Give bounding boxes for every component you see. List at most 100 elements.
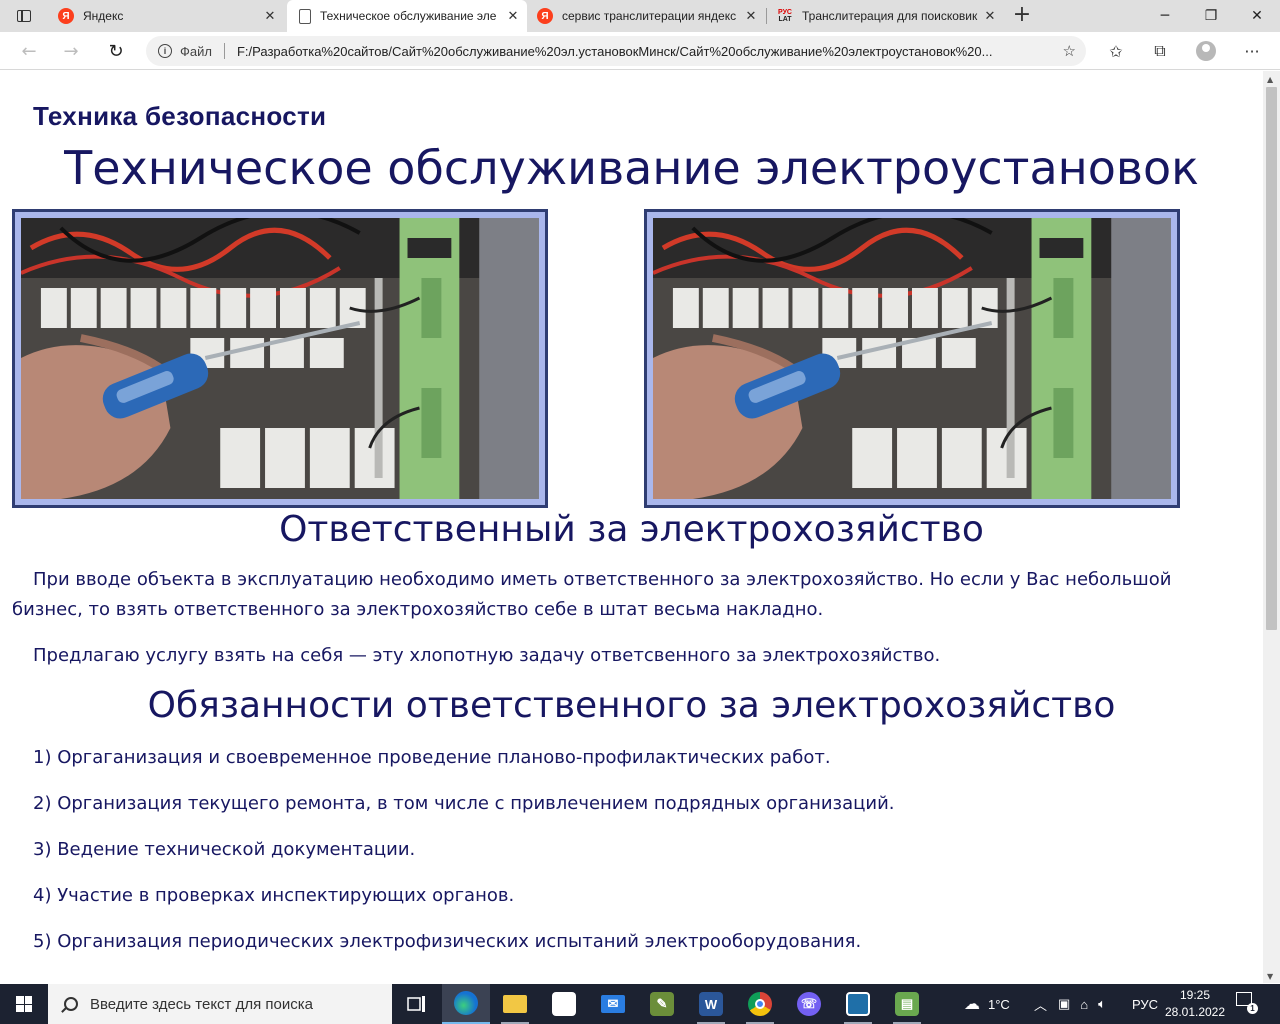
list-item: 2) Организация текущего ремонта, в том ч… bbox=[33, 793, 895, 814]
scroll-up-icon[interactable]: ▲ bbox=[1267, 75, 1273, 84]
url-text[interactable]: F:/Разработка%20сайтов/Сайт%20обслуживан… bbox=[237, 44, 1037, 59]
spreadsheet-icon: ▤ bbox=[895, 992, 919, 1016]
edge-icon bbox=[454, 991, 478, 1015]
taskbar-app[interactable] bbox=[834, 984, 882, 1024]
notification-badge: 1 bbox=[1247, 1003, 1258, 1014]
tab-title: Техническое обслуживание эле bbox=[320, 9, 497, 23]
clock-time: 19:25 bbox=[1179, 988, 1211, 1002]
back-button[interactable]: ← bbox=[14, 36, 44, 66]
electrical-panel-image bbox=[21, 218, 539, 499]
tab-title: сервис транслитерации яндекс bbox=[562, 9, 737, 23]
language-label: РУС bbox=[1132, 996, 1159, 1012]
weather-temp: 1°C bbox=[988, 996, 1010, 1012]
tab-active-maintenance[interactable]: Техническое обслуживание эле ✕ bbox=[287, 0, 527, 32]
address-separator bbox=[223, 43, 225, 59]
taskbar-spreadsheet[interactable]: ▤ bbox=[883, 984, 931, 1024]
scheme-label: Файл bbox=[180, 43, 212, 59]
taskbar: Введите здесь текст для поиска ✉ ✎ W ☏ ▤… bbox=[0, 984, 1280, 1024]
yandex-icon: Я bbox=[537, 8, 553, 24]
tab-translit[interactable]: РУС LAT Транслитерация для поисковик ✕ bbox=[767, 0, 1004, 32]
photo-electrical-panel bbox=[12, 209, 548, 508]
viber-icon: ☏ bbox=[797, 992, 821, 1016]
chevron-up-icon: ︿ bbox=[1034, 997, 1048, 1013]
browser-toolbar: ← → ↻ i Файл F:/Разработка%20сайтов/Сайт… bbox=[0, 32, 1280, 70]
taskbar-mail[interactable]: ✉ bbox=[589, 984, 637, 1024]
add-favorite-icon[interactable]: ☆ bbox=[1063, 42, 1076, 60]
start-button[interactable] bbox=[0, 984, 48, 1024]
paragraph: При вводе объекта в эксплуатацию необход… bbox=[12, 569, 1172, 620]
tab-title: Транслитерация для поисковик bbox=[802, 9, 978, 23]
page-scrollbar[interactable]: ▲ ▼ bbox=[1263, 71, 1280, 983]
taskbar-viber[interactable]: ☏ bbox=[785, 984, 833, 1024]
new-tab-button[interactable]: + bbox=[1010, 0, 1034, 32]
tab-actions-button[interactable] bbox=[0, 0, 48, 32]
favorites-icon[interactable]: ✩ bbox=[1101, 36, 1131, 66]
tab-yandex[interactable]: Я Яндекс ✕ bbox=[48, 0, 284, 32]
document-icon bbox=[299, 8, 311, 24]
taskbar-chrome[interactable] bbox=[736, 984, 784, 1024]
close-icon[interactable]: ✕ bbox=[503, 8, 523, 24]
page-viewport: Техника безопасности Техническое обслужи… bbox=[0, 71, 1263, 983]
minimize-button[interactable]: ─ bbox=[1142, 0, 1188, 32]
app-icon bbox=[846, 992, 870, 1016]
paragraph: Предлагаю услугу взять на себя — эту хло… bbox=[33, 645, 941, 666]
reload-button[interactable]: ↻ bbox=[101, 36, 131, 66]
avatar bbox=[1196, 41, 1216, 61]
photo-electrical-panel bbox=[644, 209, 1180, 508]
task-view-button[interactable] bbox=[393, 984, 441, 1024]
section-heading-duties: Обязанности ответственного за электрохоз… bbox=[147, 685, 1116, 726]
taskbar-search-input[interactable]: Введите здесь текст для поиска bbox=[48, 984, 392, 1024]
close-icon[interactable]: ✕ bbox=[260, 8, 280, 24]
restore-button[interactable]: ❐ bbox=[1188, 0, 1234, 32]
more-menu-icon[interactable]: ··· bbox=[1237, 36, 1267, 66]
app-icon: ✎ bbox=[650, 992, 674, 1016]
forward-button[interactable]: → bbox=[56, 36, 86, 66]
system-tray-icons[interactable]: ▣ ⌂ 🔈︎ bbox=[1058, 984, 1106, 1024]
collections-icon[interactable]: ⧉ bbox=[1145, 36, 1175, 66]
page-kicker: Техника безопасности bbox=[33, 101, 327, 131]
language-indicator[interactable]: РУС bbox=[1132, 984, 1158, 1024]
search-placeholder: Введите здесь текст для поиска bbox=[90, 995, 313, 1013]
profile-button[interactable] bbox=[1191, 36, 1221, 66]
word-icon: W bbox=[699, 992, 723, 1016]
tray-overflow[interactable]: ︿ bbox=[1034, 984, 1047, 1024]
chrome-icon bbox=[748, 992, 772, 1016]
store-icon bbox=[552, 992, 576, 1016]
search-icon bbox=[64, 997, 78, 1011]
tab-strip: Я Яндекс ✕ Техническое обслуживание эле … bbox=[0, 0, 1280, 32]
file-explorer-icon bbox=[503, 995, 527, 1013]
taskbar-store[interactable] bbox=[540, 984, 588, 1024]
list-item: 5) Организация периодических электрофизи… bbox=[33, 931, 862, 952]
address-bar[interactable]: i Файл F:/Разработка%20сайтов/Сайт%20обс… bbox=[146, 36, 1086, 66]
scroll-down-icon[interactable]: ▼ bbox=[1267, 972, 1273, 981]
system-clock[interactable]: 19:25 28.01.2022 bbox=[1160, 987, 1230, 1021]
tab-actions-icon bbox=[17, 10, 31, 22]
volume-icon: 🔈︎ bbox=[1098, 996, 1106, 1011]
list-item: 4) Участие в проверках инспектирующих ор… bbox=[33, 885, 515, 906]
windows-icon bbox=[16, 996, 32, 1012]
electrical-panel-image bbox=[653, 218, 1171, 499]
notification-center-button[interactable]: 1 bbox=[1236, 992, 1258, 1014]
tab-title: Яндекс bbox=[83, 9, 124, 23]
taskbar-word[interactable]: W bbox=[687, 984, 735, 1024]
list-item: 3) Ведение технической документации. bbox=[33, 839, 416, 860]
weather-widget[interactable]: ☁ 1°C bbox=[964, 984, 1010, 1024]
taskbar-app[interactable]: ✎ bbox=[638, 984, 686, 1024]
close-icon[interactable]: ✕ bbox=[741, 8, 761, 24]
tab-yandex-translit[interactable]: Я сервис транслитерации яндекс ✕ bbox=[527, 0, 765, 32]
device-icon: ▣ bbox=[1058, 996, 1071, 1011]
yandex-icon: Я bbox=[58, 8, 74, 24]
info-icon[interactable]: i bbox=[158, 44, 172, 58]
close-window-button[interactable]: ✕ bbox=[1234, 0, 1280, 32]
section-heading-responsible: Ответственный за электрохозяйство bbox=[279, 509, 984, 550]
cloud-icon: ☁ bbox=[964, 996, 980, 1013]
task-view-icon bbox=[407, 996, 425, 1012]
page-title: Техническое обслуживание электроустаново… bbox=[64, 141, 1199, 195]
clock-date: 28.01.2022 bbox=[1164, 1005, 1226, 1019]
taskbar-edge[interactable] bbox=[442, 984, 490, 1024]
taskbar-file-explorer[interactable] bbox=[491, 984, 539, 1024]
mail-icon: ✉ bbox=[601, 995, 625, 1013]
list-item: 1) Оргаганизация и своевременное проведе… bbox=[33, 747, 831, 768]
scroll-thumb[interactable] bbox=[1266, 87, 1277, 630]
close-icon[interactable]: ✕ bbox=[980, 8, 1000, 24]
